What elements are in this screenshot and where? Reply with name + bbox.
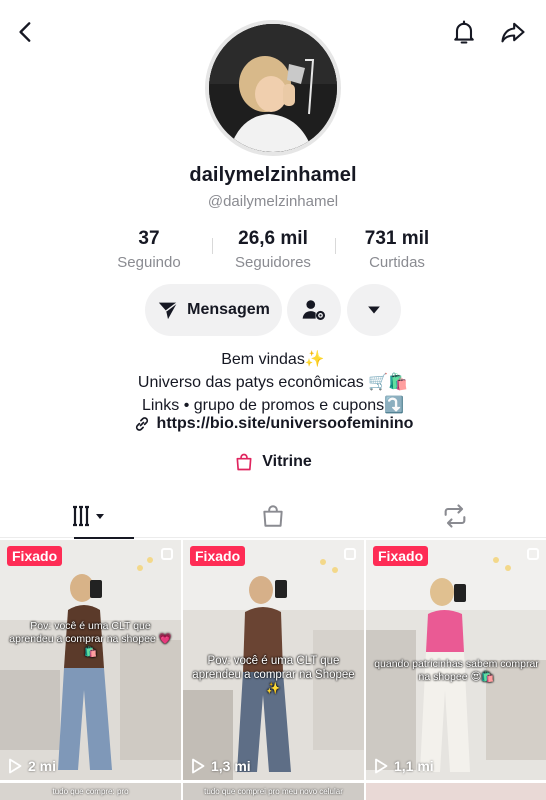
view-count: 1,3 mi [191, 758, 251, 774]
video-caption: tudo que compre: pro [52, 787, 129, 796]
repost-icon [444, 504, 466, 528]
tab-reposts[interactable] [364, 494, 546, 538]
stat-value: 26,6 mil [238, 228, 308, 249]
multi-image-icon [527, 548, 539, 560]
video-thumbnail[interactable]: tudo que comprei pro meu novo celular [183, 783, 364, 800]
video-thumbnail-image [0, 540, 181, 780]
message-button-label: Mensagem [187, 301, 270, 318]
chevron-left-icon [19, 22, 31, 42]
profile-actions: Mensagem [0, 284, 546, 338]
bio-line: Universo das patys econômicas 🛒🛍️ [137, 374, 409, 391]
shopping-bag-icon [263, 505, 283, 527]
share-button[interactable] [497, 16, 529, 48]
pinned-badge: Fixado [7, 546, 63, 566]
profile-bio: Bem vindas✨ Universo das patys econômica… [0, 348, 546, 417]
video-grid: Fixado Pov: você é uma CLT que aprendeu … [0, 540, 546, 800]
showcase-label: Vitrine [262, 453, 312, 470]
play-outline-icon [9, 758, 22, 774]
back-button[interactable] [10, 16, 42, 48]
pinned-badge: Fixado [373, 546, 429, 566]
stat-value: 731 mil [364, 228, 430, 249]
share-arrow-icon [501, 22, 525, 43]
view-count: 1,1 mi [374, 758, 434, 774]
notifications-button[interactable] [448, 16, 480, 48]
stat-likes[interactable]: 731 mil Curtidas [332, 228, 462, 271]
shopping-bag-icon [236, 453, 252, 471]
stat-label: Curtidas [369, 254, 425, 271]
video-thumbnail[interactable]: Fixado Pov: você é uma CLT que aprendeu … [183, 540, 364, 780]
play-outline-icon [192, 758, 205, 774]
tab-videos[interactable] [0, 494, 182, 539]
multi-image-icon [344, 548, 356, 560]
stat-label: Seguindo [117, 254, 181, 271]
bio-link-text: https://bio.site/universoofeminino [156, 415, 414, 432]
bio-line: Bem vindas✨ [221, 351, 325, 368]
video-thumbnail[interactable] [366, 783, 546, 800]
showcase-link[interactable]: Vitrine [0, 452, 546, 472]
message-button[interactable]: Mensagem [145, 284, 282, 336]
play-outline-icon [375, 758, 388, 774]
view-count-text: 2 mi [28, 758, 57, 774]
video-caption: Pov: você é uma CLT que aprendeu a compr… [192, 655, 355, 695]
multi-image-icon [161, 548, 173, 560]
grid-lines-icon [73, 505, 104, 527]
profile-avatar[interactable] [205, 20, 341, 156]
stat-value: 37 [138, 228, 160, 249]
video-caption: tudo que comprei pro meu novo celular [204, 787, 343, 796]
caret-down-icon [368, 306, 380, 314]
pinned-badge: Fixado [190, 546, 246, 566]
avatar-photo [209, 24, 337, 152]
video-caption: Pov: você é uma CLT que aprendeu a compr… [9, 620, 172, 658]
video-caption: quando patricinhas sabem comprar na shop… [374, 658, 539, 683]
profile-stats: 37 Seguindo 26,6 mil Seguidores 731 mil … [0, 228, 546, 274]
video-thumbnail[interactable]: Fixado quando patricinhas sabem comprar … [366, 540, 546, 780]
active-tab-indicator [74, 537, 134, 539]
suggested-accounts-button[interactable] [287, 284, 341, 336]
view-count: 2 mi [8, 758, 56, 774]
view-count-text: 1,3 mi [211, 758, 251, 774]
stat-followers[interactable]: 26,6 mil Seguidores [208, 228, 338, 271]
bio-link[interactable]: https://bio.site/universoofeminino [0, 415, 546, 433]
video-thumbnail[interactable]: tudo que compre: pro [0, 783, 181, 800]
stat-label: Seguidores [235, 254, 311, 271]
send-plane-icon [158, 302, 178, 320]
profile-username: dailymelzinhamel [189, 164, 357, 186]
view-count-text: 1,1 mi [394, 758, 434, 774]
bio-line: Links • grupo de promos e cupons⤵️ [141, 397, 405, 414]
link-icon [135, 417, 148, 431]
more-options-button[interactable] [347, 284, 401, 336]
content-tabs [0, 494, 546, 539]
profile-handle: @dailymelzinhamel [207, 193, 339, 210]
tab-showcase[interactable] [182, 494, 364, 538]
video-thumbnail[interactable]: Fixado Pov: você é uma CLT que aprendeu … [0, 540, 181, 780]
bell-icon [454, 20, 474, 44]
person-gear-icon [302, 300, 326, 320]
stat-following[interactable]: 37 Seguindo [84, 228, 214, 271]
